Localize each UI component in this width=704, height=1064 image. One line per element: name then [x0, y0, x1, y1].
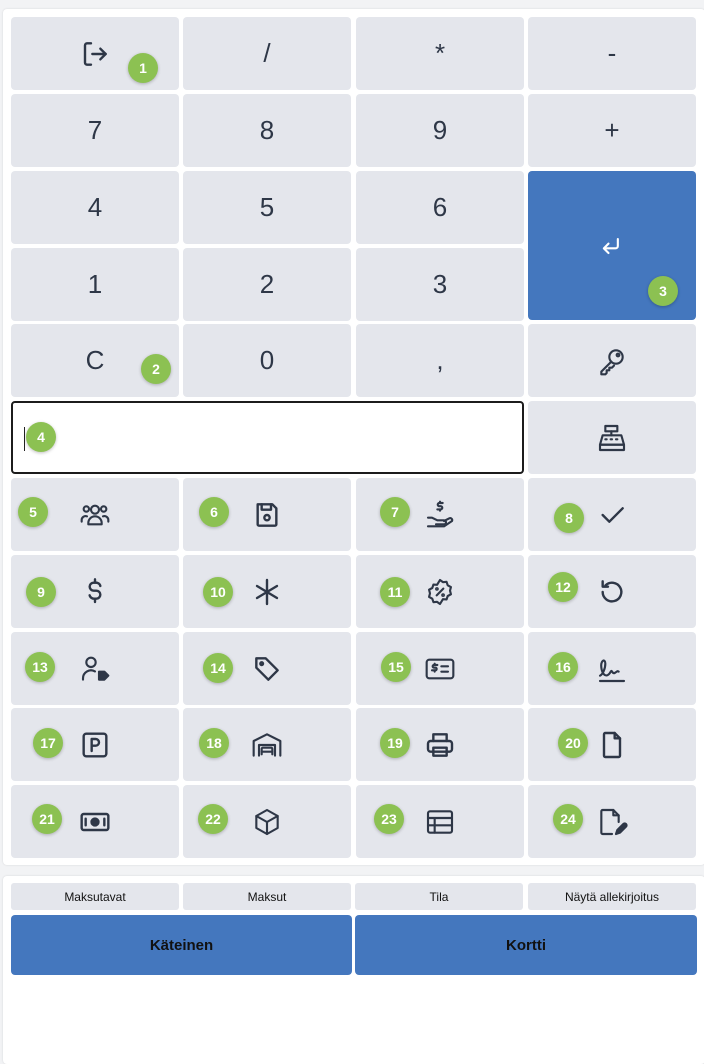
- logout-button[interactable]: [11, 17, 179, 90]
- digit-0-key[interactable]: 0: [183, 324, 351, 397]
- number-badge: 14: [203, 653, 233, 683]
- key-icon: [600, 348, 624, 375]
- discount-badge-icon: [428, 578, 452, 605]
- multiply-label: *: [434, 38, 446, 68]
- parking-icon: [82, 731, 108, 758]
- users-icon: [80, 504, 110, 525]
- tab-show-signature[interactable]: Näytä allekirjoitus: [528, 883, 696, 910]
- number-badge: 15: [381, 652, 411, 682]
- file-edit-icon: [600, 808, 628, 835]
- number-badge: 22: [198, 804, 228, 834]
- tab-payment-methods[interactable]: Maksutavat: [11, 883, 179, 910]
- box-icon: [255, 808, 279, 835]
- check-icon: [601, 506, 624, 523]
- digit-7-key[interactable]: 7: [11, 94, 179, 167]
- number-badge: 6: [199, 497, 229, 527]
- number-badge: 8: [554, 503, 584, 533]
- digit-3-label: 3: [432, 269, 448, 299]
- undo-icon: [601, 579, 623, 603]
- number-badge: 5: [18, 497, 48, 527]
- number-badge: 23: [374, 804, 404, 834]
- table-icon: [426, 809, 454, 834]
- save-icon: [256, 502, 278, 527]
- garage-icon: [252, 732, 282, 757]
- multiply-key[interactable]: *: [356, 17, 524, 90]
- number-badge: 24: [553, 804, 583, 834]
- cash-register-button[interactable]: [528, 401, 696, 474]
- digit-2-label: 2: [259, 269, 275, 299]
- digit-8-label: 8: [259, 115, 275, 145]
- amount-input[interactable]: [11, 401, 524, 474]
- hand-dollar-icon: [426, 500, 454, 527]
- key-button[interactable]: [528, 324, 696, 397]
- confirm-button[interactable]: [528, 478, 696, 551]
- dollar-icon: [88, 577, 102, 603]
- number-badge: 19: [380, 728, 410, 758]
- digit-3-key[interactable]: 3: [356, 248, 524, 321]
- cash-payment-button[interactable]: Käteinen: [11, 915, 352, 975]
- enter-icon: [602, 237, 619, 254]
- logout-icon: [83, 41, 107, 66]
- number-badge: 9: [26, 577, 56, 607]
- digit-5-key[interactable]: 5: [183, 171, 351, 244]
- digit-5-label: 5: [259, 192, 275, 222]
- number-badge: 12: [548, 572, 578, 602]
- card-payment-button[interactable]: Kortti: [355, 915, 697, 975]
- number-badge: 18: [199, 728, 229, 758]
- banknote-icon: [80, 812, 110, 831]
- digit-0-label: 0: [259, 345, 275, 375]
- number-badge: 21: [32, 804, 62, 834]
- digit-9-label: 9: [432, 115, 448, 145]
- number-badge: 11: [380, 577, 410, 607]
- clear-label: C: [85, 345, 105, 375]
- number-badge: 1: [128, 53, 158, 83]
- printer-icon: [426, 732, 454, 757]
- file-icon: [602, 731, 622, 758]
- tab-status[interactable]: Tila: [355, 883, 523, 910]
- digit-4-label: 4: [87, 192, 103, 222]
- user-tag-icon: [81, 656, 110, 681]
- number-badge: 20: [558, 728, 588, 758]
- digit-1-key[interactable]: 1: [11, 248, 179, 321]
- comma-label: ,: [436, 345, 444, 375]
- number-badge: 17: [33, 728, 63, 758]
- number-badge: 2: [141, 354, 171, 384]
- document-button[interactable]: [528, 708, 696, 781]
- signature-icon: [598, 658, 626, 682]
- number-badge: 16: [548, 652, 578, 682]
- digit-2-key[interactable]: 2: [183, 248, 351, 321]
- tag-icon: [255, 656, 279, 681]
- tab-payments[interactable]: Maksut: [183, 883, 351, 910]
- digit-8-key[interactable]: 8: [183, 94, 351, 167]
- digit-9-key[interactable]: 9: [356, 94, 524, 167]
- plus-label: +: [604, 115, 620, 145]
- number-badge: 10: [203, 577, 233, 607]
- comma-key[interactable]: ,: [356, 324, 524, 397]
- digit-1-label: 1: [87, 269, 103, 299]
- number-badge: 4: [26, 422, 56, 452]
- divide-key[interactable]: /: [183, 17, 351, 90]
- digit-7-label: 7: [87, 115, 103, 145]
- divide-label: /: [263, 38, 271, 68]
- text-caret: [24, 427, 25, 451]
- number-badge: 13: [25, 652, 55, 682]
- minus-label: -: [607, 38, 617, 68]
- minus-key[interactable]: -: [528, 17, 696, 90]
- plus-key[interactable]: +: [528, 94, 696, 167]
- number-badge: 7: [380, 497, 410, 527]
- cash-register-icon: [598, 424, 626, 451]
- digit-6-label: 6: [432, 192, 448, 222]
- money-card-icon: [425, 658, 455, 679]
- asterisk-icon: [255, 578, 279, 605]
- number-badge: 3: [648, 276, 678, 306]
- digit-4-key[interactable]: 4: [11, 171, 179, 244]
- digit-6-key[interactable]: 6: [356, 171, 524, 244]
